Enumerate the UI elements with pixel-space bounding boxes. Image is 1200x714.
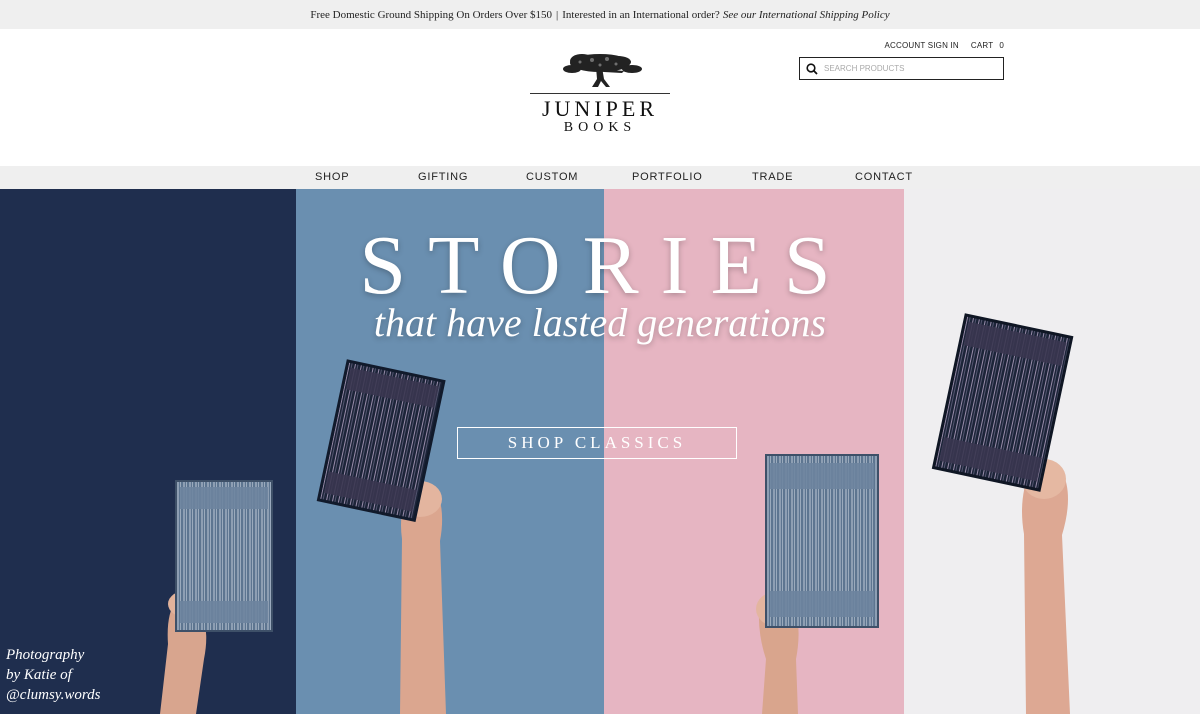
hand-icon xyxy=(1022,459,1070,714)
cart-label: CART xyxy=(970,41,994,50)
account-sign-in-link[interactable]: ACCOUNT SIGN IN xyxy=(884,41,958,50)
nav-custom[interactable]: CUSTOM xyxy=(526,171,578,183)
credit-line-2: by Katie of xyxy=(6,667,72,683)
credit-line-1: Photography xyxy=(6,647,85,663)
book-icon xyxy=(765,454,879,628)
separator: | xyxy=(556,8,559,21)
hero-subtitle: that have lasted generations xyxy=(373,300,827,345)
cart-count: 0 xyxy=(999,41,1004,50)
site-header: JUNIPER BOOKS ACCOUNT SIGN IN CART 0 xyxy=(0,29,1200,166)
utility-links: ACCOUNT SIGN IN CART 0 xyxy=(884,41,1004,50)
main-nav: SHOP GIFTING CUSTOM PORTFOLIO TRADE CONT… xyxy=(0,166,1200,189)
brand-subname: BOOKS xyxy=(563,120,637,135)
book-icon xyxy=(175,480,273,632)
nav-portfolio[interactable]: PORTFOLIO xyxy=(632,171,703,183)
intl-question: Interested in an International order? xyxy=(562,8,720,21)
nav-contact[interactable]: CONTACT xyxy=(855,171,913,183)
search-box[interactable] xyxy=(799,57,1004,80)
intl-shipping-link[interactable]: See our International Shipping Policy xyxy=(723,9,890,21)
shop-classics-button[interactable]: SHOP CLASSICS xyxy=(457,427,737,459)
tree-logo-icon xyxy=(563,54,642,87)
search-icon[interactable] xyxy=(806,62,818,75)
photo-credit: Photography by Katie of @clumsy.words xyxy=(6,645,101,705)
hero-banner[interactable]: STORIES that have lasted generations SHO… xyxy=(0,189,1200,714)
nav-gifting[interactable]: GIFTING xyxy=(418,171,468,183)
shipping-text: Free Domestic Ground Shipping On Orders … xyxy=(310,8,553,21)
cart-link[interactable]: CART 0 xyxy=(971,41,1004,50)
brand-logo[interactable]: JUNIPER BOOKS xyxy=(520,49,680,149)
nav-shop[interactable]: SHOP xyxy=(315,171,349,183)
logo-rule xyxy=(530,93,670,94)
credit-line-3: @clumsy.words xyxy=(6,687,101,703)
search-input[interactable] xyxy=(824,64,994,73)
nav-trade[interactable]: TRADE xyxy=(752,171,793,183)
announcement-bar: Free Domestic Ground Shipping On Orders … xyxy=(0,0,1200,29)
brand-name: JUNIPER xyxy=(541,96,658,121)
